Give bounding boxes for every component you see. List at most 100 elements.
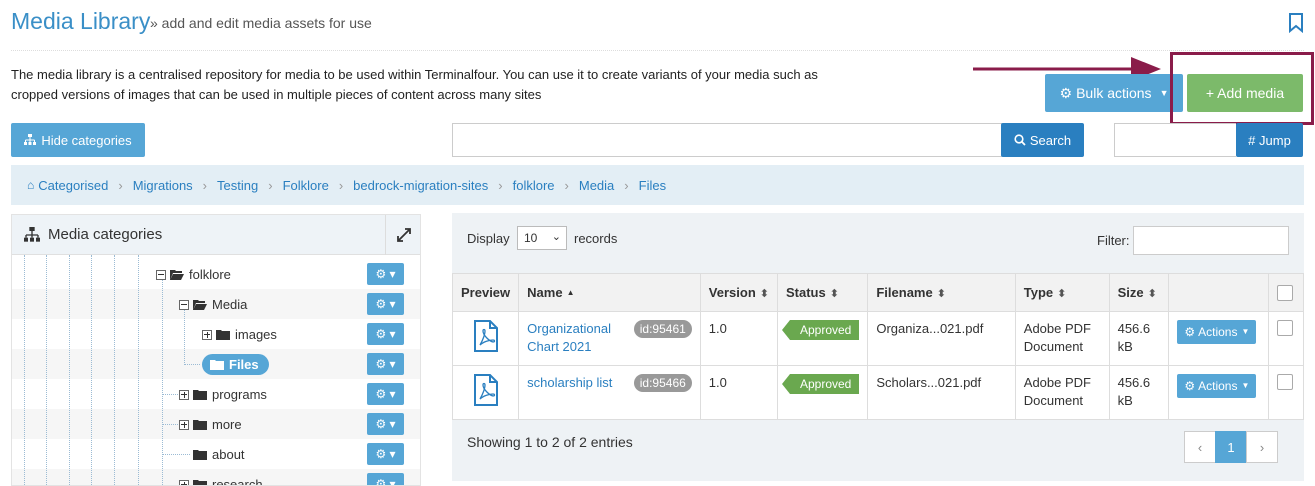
folder-icon (193, 480, 207, 485)
folder-icon (210, 360, 224, 370)
selected-node-pill[interactable]: Files (202, 354, 269, 375)
folder-icon (193, 420, 207, 430)
tree-node-programs[interactable]: programs (179, 387, 267, 402)
node-actions-button[interactable]: ⚙ ▾ (367, 443, 404, 465)
breadcrumb-item[interactable]: Files (639, 178, 666, 193)
gear-icon: ⚙ (1184, 379, 1196, 393)
caret-down-icon: ▼ (1241, 327, 1250, 336)
row-actions-button[interactable]: ⚙ Actions ▼ (1177, 374, 1257, 398)
jump-button[interactable]: # Jump (1236, 123, 1303, 157)
size-cell: 456.6 kB (1108, 365, 1170, 420)
search-button[interactable]: Search (1001, 123, 1084, 157)
filter-input[interactable] (1133, 226, 1289, 255)
tree-guide (114, 255, 115, 485)
gear-icon: ⚙ (1059, 84, 1073, 101)
tree-node-label: folklore (189, 267, 231, 282)
select-all-checkbox[interactable] (1277, 284, 1294, 301)
collapse-icon[interactable] (156, 269, 166, 280)
tree-node-images[interactable]: images (202, 327, 277, 342)
row-checkbox[interactable] (1277, 320, 1294, 336)
tree-node-label: images (235, 327, 277, 342)
breadcrumb-separator: › (268, 177, 273, 193)
breadcrumb-item[interactable]: Folklore (283, 178, 329, 193)
divider (11, 50, 1304, 51)
tree-guide (162, 454, 190, 455)
tree-node-research[interactable]: research (179, 477, 263, 485)
node-actions-button[interactable]: ⚙ ▾ (367, 353, 404, 375)
breadcrumb-item[interactable]: Testing (217, 178, 258, 193)
breadcrumb-item[interactable]: bedrock-migration-sites (353, 178, 488, 193)
node-actions-button[interactable]: ⚙ ▾ (367, 413, 404, 435)
display-label: Display (467, 231, 510, 246)
expand-panel-button[interactable] (385, 215, 420, 255)
pagination-page-button[interactable]: 1 (1215, 431, 1247, 463)
tree-node-more[interactable]: more (179, 417, 242, 432)
tree-node-label: Files (229, 357, 259, 372)
gear-icon: ⚙ ▾ (375, 447, 396, 461)
hide-categories-button[interactable]: Hide categories (11, 123, 145, 157)
row-actions-button[interactable]: ⚙ Actions ▼ (1177, 320, 1257, 344)
tree-guide (24, 255, 25, 485)
collapse-icon[interactable] (179, 299, 189, 310)
pdf-icon[interactable] (473, 374, 499, 406)
search-input[interactable] (452, 123, 1002, 157)
node-actions-button[interactable]: ⚙ ▾ (367, 383, 404, 405)
breadcrumb-item[interactable]: Media (579, 178, 614, 193)
folder-open-icon (193, 300, 207, 310)
media-name-link[interactable]: Organizational Chart 2021 (527, 320, 627, 356)
gear-icon: ⚙ ▾ (375, 327, 396, 341)
row-checkbox[interactable] (1277, 374, 1294, 390)
column-header-type[interactable]: Type (1014, 273, 1110, 312)
breadcrumb-item[interactable]: folklore (513, 178, 555, 193)
column-header-select (1268, 273, 1304, 312)
tree-node-folklore[interactable]: folklore (156, 267, 231, 282)
expand-node-icon[interactable] (179, 389, 189, 400)
folder-icon (193, 450, 207, 460)
tree-node-label: Media (212, 297, 248, 312)
tree-node-label: more (212, 417, 242, 432)
pagination-prev-button[interactable]: ‹ (1184, 431, 1216, 463)
node-actions-button[interactable]: ⚙ ▾ (367, 293, 404, 315)
preview-cell (451, 311, 520, 366)
node-actions-button[interactable]: ⚙ ▾ (367, 263, 404, 285)
expand-node-icon[interactable] (179, 419, 189, 430)
records-per-page-select[interactable]: 10 ⌄ (517, 226, 567, 250)
version-cell: 1.0 (699, 311, 778, 366)
breadcrumb-item[interactable]: Categorised (38, 178, 108, 193)
folder-icon (216, 330, 230, 340)
bulk-actions-label: Bulk actions (1076, 85, 1152, 101)
tree-guide (184, 364, 200, 365)
bulk-actions-button[interactable]: ⚙ Bulk actions ▼ (1045, 74, 1183, 112)
preview-cell (451, 365, 520, 420)
gear-icon: ⚙ ▾ (375, 477, 396, 486)
table-row: scholarship list id:95466 1.0 Approved S… (451, 365, 1304, 420)
breadcrumb-item[interactable]: Migrations (133, 178, 193, 193)
node-actions-button[interactable]: ⚙ ▾ (367, 473, 404, 486)
column-header-version[interactable]: Version (699, 273, 778, 312)
pagination: ‹ 1 › (1184, 431, 1278, 463)
filter-label: Filter: (1097, 233, 1130, 248)
column-header-size[interactable]: Size (1108, 273, 1170, 312)
column-header-status[interactable]: Status (776, 273, 869, 312)
tree-node-label: programs (212, 387, 267, 402)
filename-cell: Scholars...021.pdf (867, 365, 1016, 420)
pdf-icon[interactable] (473, 320, 499, 352)
pagination-next-button[interactable]: › (1246, 431, 1278, 463)
bookmark-icon[interactable] (1288, 13, 1304, 33)
expand-node-icon[interactable] (179, 479, 189, 485)
page-description: The media library is a centralised repos… (11, 67, 818, 102)
expand-node-icon[interactable] (202, 329, 212, 340)
node-actions-button[interactable]: ⚙ ▾ (367, 323, 404, 345)
tree-node-files[interactable]: Files (202, 354, 269, 375)
search-icon (1014, 134, 1026, 146)
column-header-name[interactable]: Name (518, 273, 701, 312)
column-header-filename[interactable]: Filename (867, 273, 1016, 312)
tree-node-media[interactable]: Media (179, 297, 247, 312)
folder-icon (193, 390, 207, 400)
jump-input[interactable] (1114, 123, 1236, 157)
media-name-link[interactable]: scholarship list (527, 375, 612, 390)
gear-icon: ⚙ ▾ (375, 297, 396, 311)
caret-down-icon: ▼ (1241, 381, 1250, 390)
row-actions-label: Actions (1198, 379, 1238, 393)
tree-node-about[interactable]: about (193, 447, 245, 462)
